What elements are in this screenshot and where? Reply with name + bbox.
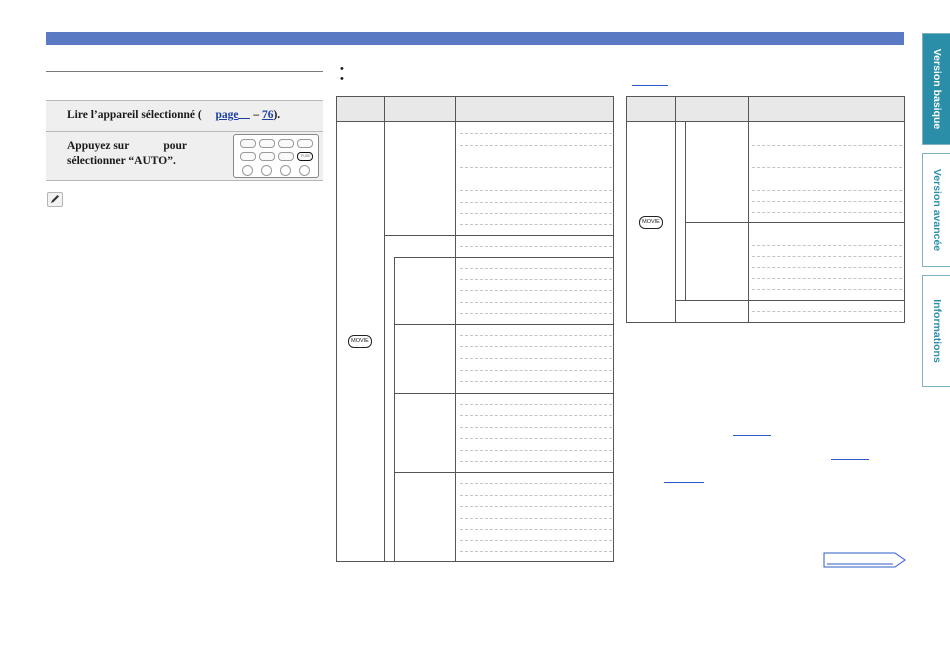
page-reference-link[interactable] <box>664 482 704 483</box>
movie-button-icon: MOVIE <box>639 216 663 229</box>
bullet: • <box>340 73 344 85</box>
remote-button <box>259 139 275 148</box>
remote-button <box>240 139 256 148</box>
step-1-text: Lire l’appareil sélectionné ( page – 76)… <box>67 109 281 121</box>
page-reference-link[interactable] <box>632 85 668 86</box>
page-76-link[interactable]: 76 <box>262 109 274 121</box>
movie-button-icon: MOVIE <box>348 335 372 348</box>
remote-illustration: PURE <box>233 134 319 178</box>
table-a-header <box>337 97 613 122</box>
pure-button[interactable]: PURE <box>297 152 313 161</box>
tab-version-avancee[interactable]: Version avancée <box>922 153 950 267</box>
page-link[interactable]: page <box>215 109 238 121</box>
remote-button <box>278 152 294 161</box>
page-reference-link[interactable] <box>733 435 771 436</box>
section-rule <box>46 71 323 72</box>
page-reference-link[interactable] <box>831 459 869 460</box>
header-bar <box>46 32 904 45</box>
next-page-arrow[interactable] <box>823 551 907 569</box>
tab-informations[interactable]: Informations <box>922 275 950 387</box>
remote-button <box>240 152 256 161</box>
tab-version-basique[interactable]: Version basique <box>922 33 950 145</box>
step-1: Lire l’appareil sélectionné ( page – 76)… <box>46 100 323 131</box>
surround-mode-table-a <box>336 96 614 562</box>
num-button-2 <box>261 165 272 176</box>
remote-button <box>278 139 294 148</box>
num-button-1 <box>242 165 253 176</box>
remote-button <box>259 152 275 161</box>
num-button-4 <box>299 165 310 176</box>
num-button-3 <box>280 165 291 176</box>
remote-button <box>297 139 313 148</box>
step-2-text: Appuyez sur pour sélectionner “AUTO”. <box>67 140 187 167</box>
pencil-icon <box>47 192 63 207</box>
table-b-header <box>627 97 904 122</box>
